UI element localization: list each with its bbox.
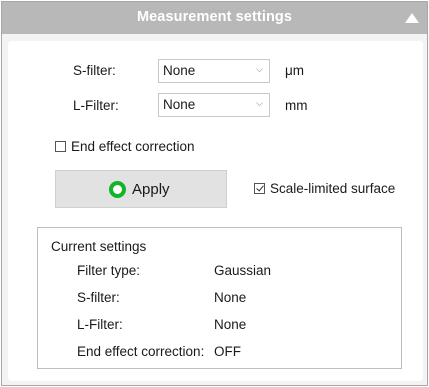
chevron-down-icon: ⌵ [256, 98, 263, 108]
s-filter-label: S-filter: [73, 63, 116, 78]
current-settings-box: Current settings Filter type: Gaussian S… [37, 227, 402, 369]
measurement-settings-panel: Measurement settings S-filter: None ⌵ μm… [1, 1, 428, 386]
end-effect-checkbox[interactable] [55, 141, 66, 152]
collapse-triangle-icon[interactable] [405, 13, 419, 23]
l-filter-select[interactable]: None ⌵ [158, 93, 270, 117]
end-effect-label[interactable]: End effect correction [71, 139, 195, 154]
l-filter-key: L-Filter: [77, 317, 123, 332]
end-effect-key: End effect correction: [77, 344, 205, 359]
s-filter-unit: μm [285, 63, 305, 78]
s-filter-select[interactable]: None ⌵ [158, 59, 270, 83]
filter-type-value: Gaussian [214, 263, 272, 278]
s-filter-value: None [163, 63, 196, 78]
scale-limited-checkbox[interactable] [254, 183, 265, 194]
chevron-down-icon: ⌵ [256, 64, 263, 74]
current-settings-title: Current settings [51, 239, 147, 254]
scale-limited-label[interactable]: Scale-limited surface [270, 181, 395, 196]
s-filter-key: S-filter: [77, 290, 120, 305]
apply-button[interactable]: Apply [55, 170, 227, 208]
panel-title: Measurement settings [136, 9, 293, 25]
panel-header[interactable]: Measurement settings [2, 2, 427, 34]
apply-button-label: Apply [132, 181, 170, 198]
end-effect-current-value: OFF [214, 344, 241, 359]
l-filter-label: L-Filter: [73, 98, 119, 113]
filter-type-key: Filter type: [77, 263, 141, 278]
l-filter-value: None [163, 97, 196, 112]
l-filter-current-value: None [214, 317, 247, 332]
l-filter-unit: mm [285, 98, 308, 113]
s-filter-current-value: None [214, 290, 247, 305]
green-circle-icon [109, 181, 126, 198]
panel-body: S-filter: None ⌵ μm L-Filter: None ⌵ mm … [8, 41, 423, 381]
